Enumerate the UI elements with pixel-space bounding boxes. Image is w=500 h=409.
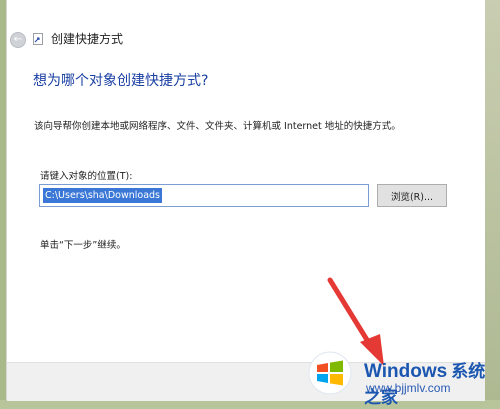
- watermark-url: www.bjjmlv.com: [366, 381, 451, 395]
- browse-button[interactable]: 浏览(R)...: [377, 184, 447, 207]
- shortcut-icon: [33, 33, 43, 45]
- watermark: Windows 系统之家 www.bjjmlv.com: [300, 345, 500, 407]
- page-heading: 想为哪个对象创建快捷方式?: [33, 73, 209, 89]
- next-step-hint: 单击“下一步”继续。: [40, 240, 126, 251]
- wizard-description: 该向导帮你创建本地或网络程序、文件、文件夹、计算机或 Internet 地址的快…: [34, 121, 401, 132]
- title-bar: ← 创建快捷方式: [7, 0, 485, 60]
- location-input-value: C:\Users\sha\Downloads: [43, 188, 163, 203]
- watermark-brand-en: Windows: [364, 361, 448, 382]
- windows-logo-icon: [308, 351, 352, 395]
- location-label: 请键入对象的位置(T):: [40, 171, 133, 182]
- back-arrow-icon[interactable]: ←: [10, 32, 26, 48]
- window-title: 创建快捷方式: [51, 32, 124, 46]
- location-input[interactable]: C:\Users\sha\Downloads: [39, 184, 369, 207]
